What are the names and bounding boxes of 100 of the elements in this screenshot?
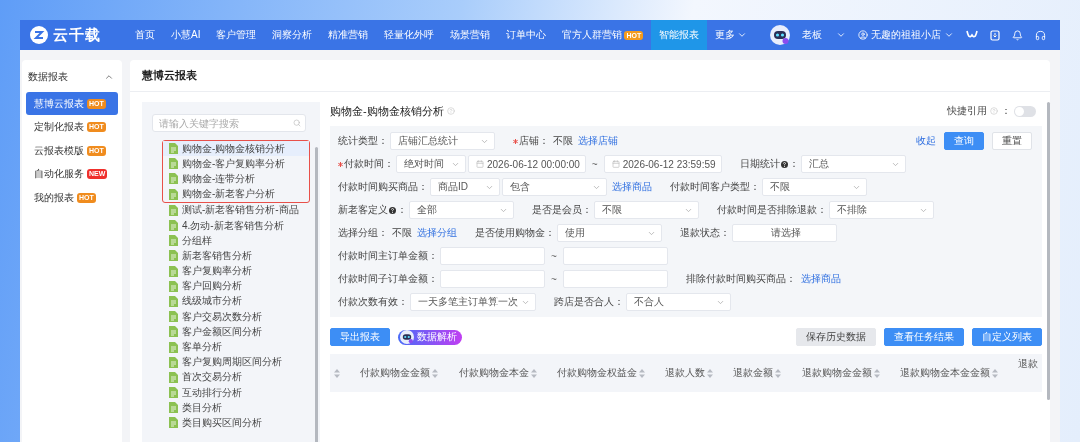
select-link[interactable]: 选择分组: [417, 226, 457, 240]
robot-icon[interactable]: [400, 330, 414, 344]
document-icon: [169, 326, 178, 338]
sort-icon[interactable]: [638, 368, 645, 378]
field-label: 是否是会员：: [532, 203, 592, 217]
sort-icon[interactable]: [432, 368, 439, 378]
nav-item[interactable]: 更多: [707, 20, 756, 50]
toggle-switch[interactable]: [1014, 105, 1036, 117]
tree-item[interactable]: 购物金-连带分析: [163, 171, 309, 187]
document-icon: [169, 311, 178, 323]
quick-ref-label: 快捷引用: [947, 104, 987, 118]
range-separator: ~: [550, 273, 558, 285]
select-field[interactable]: 一天多笔主订单算一次: [410, 293, 536, 311]
tree-item[interactable]: 客户金额区间分析: [142, 324, 320, 340]
tree-item[interactable]: 类目购买区间分析: [142, 415, 320, 431]
reset-button[interactable]: 重置: [992, 132, 1032, 150]
nav-item[interactable]: 首页: [127, 20, 163, 50]
select-link[interactable]: 选择店铺: [578, 134, 618, 148]
input-field[interactable]: [440, 247, 545, 265]
select-field[interactable]: 店铺汇总统计: [390, 132, 495, 150]
field-label: 退款状态：: [680, 226, 730, 240]
robot-icon[interactable]: [770, 25, 790, 45]
tree-item[interactable]: 购物金-客户复购率分析: [163, 156, 309, 172]
tree-item[interactable]: 线级城市分析: [142, 293, 320, 310]
tree-item[interactable]: 客户复购率分析: [142, 263, 320, 279]
shop-menu[interactable]: 无趣的祖祖小店: [858, 28, 954, 42]
select-field[interactable]: 使用: [557, 224, 662, 242]
select-field[interactable]: 全部: [409, 201, 514, 219]
field-label: 新老客定义 ：: [338, 203, 407, 217]
tree-item[interactable]: 分组样: [142, 233, 320, 249]
help-icon: [446, 107, 455, 115]
toolbar-button[interactable]: 保存历史数据: [796, 328, 876, 346]
tree-item[interactable]: 客户复购周期区间分析: [142, 354, 320, 370]
select-field[interactable]: 不限: [594, 201, 699, 219]
tree-item[interactable]: 购物金-新老客户分析: [163, 186, 309, 202]
collapse-link[interactable]: 收起: [916, 134, 936, 148]
search-field[interactable]: 请输入关键字搜索: [152, 114, 306, 132]
input-field[interactable]: [562, 247, 668, 265]
document-icon: [169, 371, 178, 383]
required-icon: [513, 138, 518, 144]
select-field[interactable]: 包含: [502, 178, 607, 196]
select-field[interactable]: 商品ID: [430, 178, 500, 196]
nav-item[interactable]: 场景营销: [442, 20, 499, 50]
tree-item[interactable]: 互动排行分析: [142, 385, 320, 401]
field-label: 付款时间客户类型：: [670, 180, 760, 194]
select-link[interactable]: 选择商品: [800, 272, 841, 286]
select-field[interactable]: 请选择: [732, 224, 837, 242]
nav-item[interactable]: 洞察分析: [264, 20, 321, 50]
tree-item[interactable]: 客户交易次数分析: [142, 309, 320, 325]
scrollbar[interactable]: [1047, 102, 1050, 400]
select-field[interactable]: 不限: [762, 178, 867, 196]
sort-icon[interactable]: [775, 368, 782, 378]
sort-icon[interactable]: [991, 368, 998, 378]
select-field[interactable]: 不合人: [626, 293, 731, 311]
field-label: 跨店是否合人：: [554, 295, 624, 309]
brand-name: 云千载: [53, 25, 101, 45]
select-field[interactable]: 汇总: [800, 155, 906, 173]
column-header: 付款购物金本金: [458, 366, 529, 380]
tree-item[interactable]: 客单分析: [142, 339, 320, 355]
input-field[interactable]: [562, 270, 668, 288]
select-field[interactable]: 绝对时间: [396, 155, 466, 173]
document-icon: [169, 250, 178, 262]
tree-item[interactable]: 4.勿动-新老客销售分析: [142, 217, 320, 234]
field-label: 是否使用购物金：: [475, 226, 555, 240]
column-header: 退款人数: [665, 366, 705, 380]
document-icon: [169, 158, 178, 170]
nav-item[interactable]: 轻量化外呼: [376, 20, 443, 50]
tree-item[interactable]: 客户回购分析: [142, 278, 320, 294]
document-icon: [169, 341, 178, 353]
sort-icon[interactable]: [530, 368, 537, 378]
nav-item[interactable]: 小慧AI: [163, 20, 209, 50]
tree-item[interactable]: 新老客销售分析: [142, 248, 320, 264]
field-label: 排除付款时间购买商品：: [685, 272, 796, 286]
report-title: 购物金-购物金核销分析: [330, 103, 444, 119]
tree-item[interactable]: 测试-新老客销售分析-商品: [142, 202, 320, 218]
tree-item[interactable]: 首次交易分析: [142, 369, 320, 385]
colon-text: ：: [1001, 104, 1011, 118]
required-icon: [338, 161, 343, 167]
nav-item[interactable]: 精准营销: [320, 20, 377, 50]
date-field[interactable]: 2026-06-12 23:59:59: [603, 155, 722, 173]
calendar-icon: [611, 160, 620, 168]
scrollbar[interactable]: [315, 147, 318, 442]
sort-icon[interactable]: [707, 368, 713, 378]
date-field[interactable]: 2026-06-12 00:00:00: [468, 155, 586, 173]
ai-analysis-button[interactable]: 数据解析: [398, 329, 462, 345]
input-field[interactable]: [440, 270, 545, 288]
sort-icon[interactable]: [873, 368, 880, 378]
nav-item[interactable]: 订单中心: [498, 20, 555, 50]
tree-item[interactable]: 类目分析: [142, 400, 320, 416]
sort-icon[interactable]: [334, 368, 340, 378]
role-menu[interactable]: 老板: [802, 28, 846, 42]
collapse-icon[interactable]: [104, 72, 114, 82]
select-field[interactable]: 不排除: [829, 201, 934, 219]
nav-item[interactable]: 客户管理: [208, 20, 265, 50]
field-label: 付款时间是否排除退款：: [717, 203, 827, 217]
select-link[interactable]: 选择商品: [612, 180, 652, 194]
tree-item[interactable]: 购物金-购物金核销分析: [163, 141, 309, 157]
help-icon: [990, 107, 998, 115]
field-label: 付款时间主订单金额：: [338, 249, 438, 263]
column-header: 退款购物金金额: [801, 366, 872, 380]
